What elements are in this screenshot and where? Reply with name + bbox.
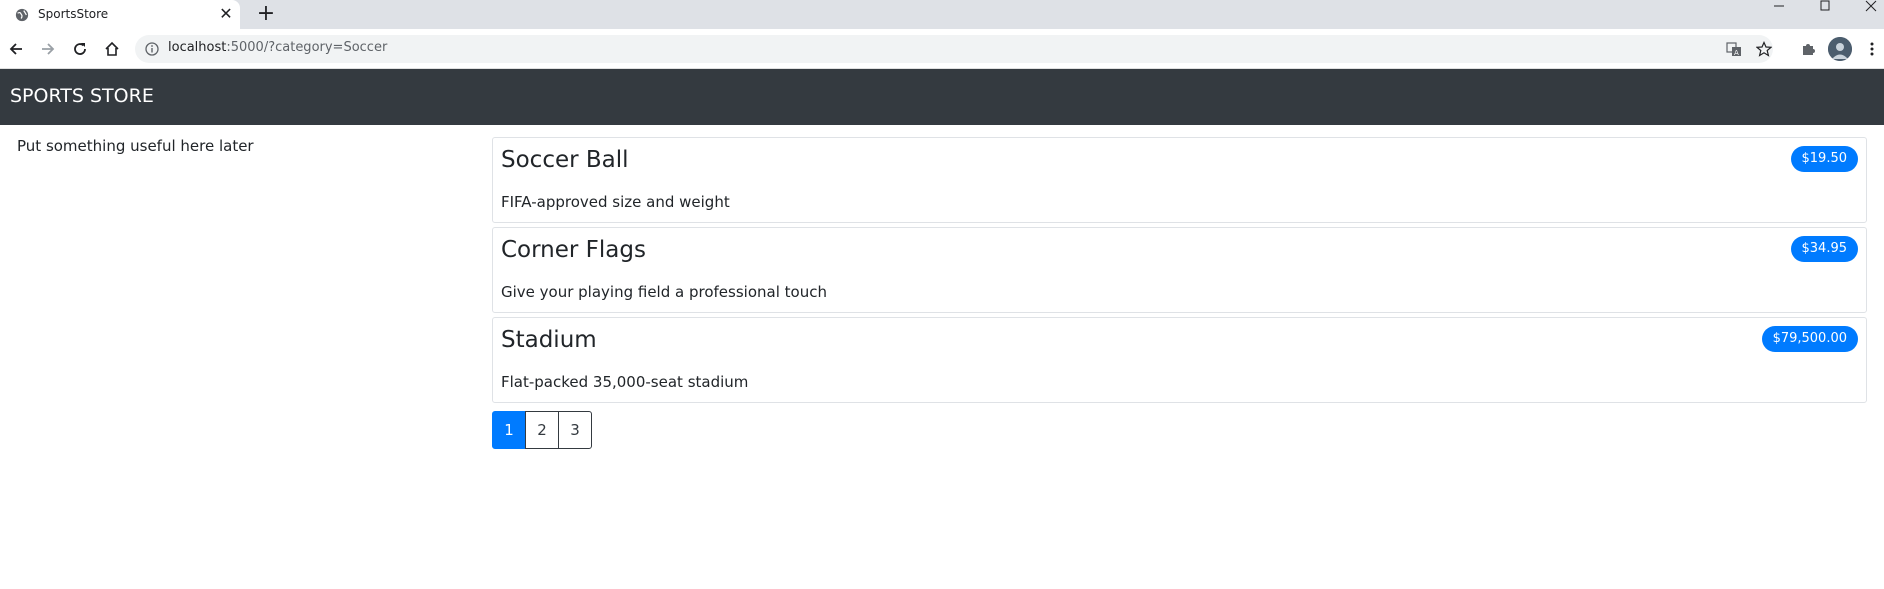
- close-tab-icon[interactable]: ✕: [216, 4, 236, 24]
- product-description: Flat-packed 35,000-seat stadium: [501, 373, 749, 391]
- menu-kebab-icon[interactable]: [1860, 37, 1884, 61]
- price-badge: $34.95: [1790, 236, 1858, 262]
- page-button-1[interactable]: 1: [492, 411, 526, 449]
- svg-text:A: A: [1734, 49, 1739, 57]
- page-button-3[interactable]: 3: [558, 411, 592, 449]
- brand-title[interactable]: SPORTS STORE: [10, 85, 154, 107]
- browser-tabstrip: SportsStore ✕ +: [0, 0, 1884, 29]
- globe-icon: [15, 8, 29, 22]
- forward-icon[interactable]: [36, 37, 60, 61]
- minimize-icon[interactable]: [1764, 0, 1794, 12]
- maximize-icon[interactable]: [1810, 0, 1840, 12]
- price-badge: $79,500.00: [1761, 326, 1858, 352]
- tab-title: SportsStore: [38, 7, 109, 21]
- url-path: :5000/?category=Soccer: [226, 40, 388, 55]
- product-name: Stadium: [501, 327, 597, 353]
- product-description: FIFA-approved size and weight: [501, 193, 730, 211]
- product-name: Soccer Ball: [501, 147, 629, 173]
- page-button-2[interactable]: 2: [525, 411, 559, 449]
- back-icon[interactable]: [4, 37, 28, 61]
- pagination: 1 2 3: [492, 411, 592, 449]
- app-navbar: SPORTS STORE: [0, 69, 1884, 125]
- product-card: Soccer Ball $19.50 FIFA-approved size an…: [492, 137, 1867, 223]
- product-card: Corner Flags $34.95 Give your playing fi…: [492, 227, 1867, 313]
- browser-tab[interactable]: SportsStore ✕: [0, 0, 240, 29]
- url-host: localhost: [168, 40, 227, 55]
- product-name: Corner Flags: [501, 237, 646, 263]
- product-description: Give your playing field a professional t…: [501, 283, 827, 301]
- bookmark-star-icon[interactable]: [1755, 40, 1773, 58]
- browser-toolbar: localhost:5000/?category=Soccer A: [0, 29, 1884, 69]
- home-icon[interactable]: [100, 37, 124, 61]
- price-badge: $19.50: [1790, 146, 1858, 172]
- site-info-icon[interactable]: [145, 42, 159, 56]
- url-text[interactable]: localhost:5000/?category=Soccer: [168, 40, 387, 55]
- profile-avatar[interactable]: [1828, 37, 1852, 61]
- close-window-icon[interactable]: [1856, 0, 1884, 12]
- translate-icon[interactable]: A: [1725, 40, 1743, 58]
- new-tab-button[interactable]: +: [254, 2, 278, 26]
- sidebar-placeholder-text: Put something useful here later: [17, 137, 254, 155]
- reload-icon[interactable]: [68, 37, 92, 61]
- address-bar[interactable]: localhost:5000/?category=Soccer A: [135, 35, 1773, 63]
- extensions-icon[interactable]: [1796, 37, 1820, 61]
- product-card: Stadium $79,500.00 Flat-packed 35,000-se…: [492, 317, 1867, 403]
